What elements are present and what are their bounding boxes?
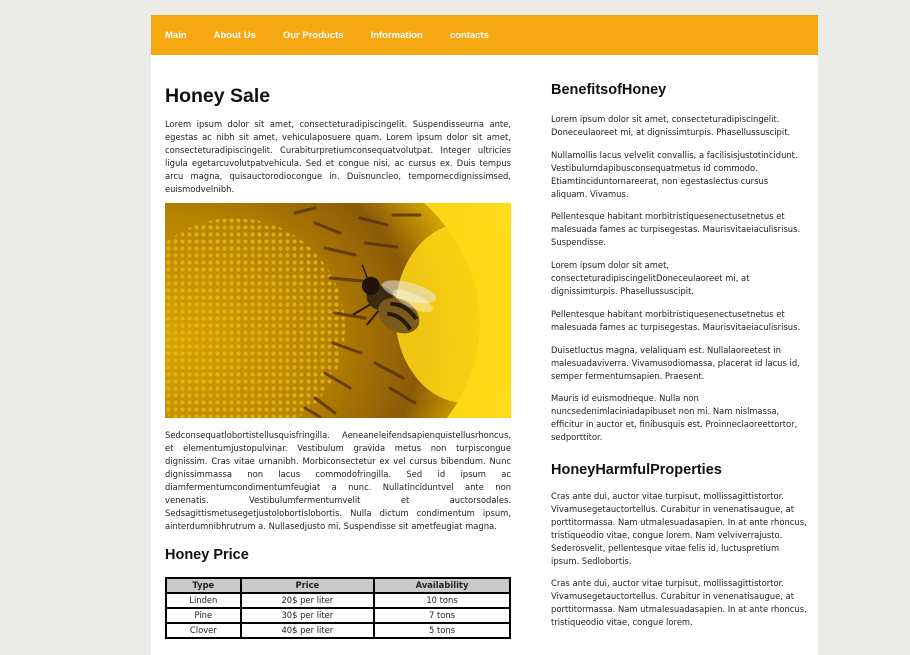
benefits-paragraph: Lorem ipsum dolor sit amet, consectetura… xyxy=(551,260,750,296)
benefits-paragraph: Mauris id euismodneque. Nulla non nuncse… xyxy=(551,393,798,443)
cell-type: Linden xyxy=(165,591,242,609)
cell-type: Clover xyxy=(165,621,242,639)
benefits-paragraph: Pellentesque habitant morbitristiquesene… xyxy=(551,308,801,332)
benefits-title: BenefitsofHoney xyxy=(551,82,667,98)
table-header-row: Type Price Availability xyxy=(165,576,511,594)
sidebar-column: BenefitsofHoney Lorem ipsum dolor sit am… xyxy=(551,55,807,639)
price-section-title: Honey Price xyxy=(165,546,249,563)
intro-paragraph: Lorem ipsum dolor sit amet, consectetura… xyxy=(165,119,511,194)
page-title: Honey Sale xyxy=(165,85,271,107)
body-paragraph: Sedconsequatlobortistellusquisfringilla.… xyxy=(165,430,511,531)
benefits-paragraph: Lorem ipsum dolor sit amet, consectetura… xyxy=(551,114,791,137)
header-type: Type xyxy=(165,576,242,594)
harmful-title: HoneyHarmfulProperties xyxy=(551,462,722,479)
cell-availability: 7 tons xyxy=(373,606,511,624)
price-table: Type Price Availability Linden 20$ per l… xyxy=(165,576,511,639)
nav-main[interactable]: Main xyxy=(165,30,187,41)
benefits-paragraph: Pellentesque habitant morbitristiquesene… xyxy=(551,211,801,248)
table-row: Clover 40$ per liter 5 tons xyxy=(165,621,511,639)
cell-availability: 5 tons xyxy=(373,621,511,639)
cell-price: 40$ per liter xyxy=(239,621,376,639)
cell-price: 30$ per liter xyxy=(239,606,376,624)
cell-price: 20$ per liter xyxy=(239,591,376,609)
harmful-paragraph: Cras ante dui, auctor vitae turpisut, mo… xyxy=(551,491,807,566)
cell-type: Pine xyxy=(165,606,242,624)
nav-information[interactable]: Information xyxy=(371,30,423,41)
benefits-paragraph: Duisetluctus magna, velaliquam est. Null… xyxy=(551,344,800,381)
bee-on-sunflower-image xyxy=(165,203,511,419)
table-row: Pine 30$ per liter 7 tons xyxy=(165,606,511,624)
header-price: Price xyxy=(239,576,376,594)
page-container: Main About Us Our Products Information c… xyxy=(151,15,818,655)
nav-about-us[interactable]: About Us xyxy=(214,30,256,41)
nav-our-products[interactable]: Our Products xyxy=(283,30,344,41)
main-column: Honey Sale Lorem ipsum dolor sit amet, c… xyxy=(165,55,511,639)
benefits-paragraph: Nullamollis lacus velvelit convallis, a … xyxy=(551,149,798,199)
harmful-paragraph: Cras ante dui, auctor vitae turpisut, mo… xyxy=(551,578,807,628)
header-availability: Availability xyxy=(373,576,511,594)
cell-availability: 10 tons xyxy=(373,591,511,609)
table-row: Linden 20$ per liter 10 tons xyxy=(165,591,511,609)
main-nav: Main About Us Our Products Information c… xyxy=(151,15,818,55)
nav-contacts[interactable]: contacts xyxy=(450,30,489,41)
